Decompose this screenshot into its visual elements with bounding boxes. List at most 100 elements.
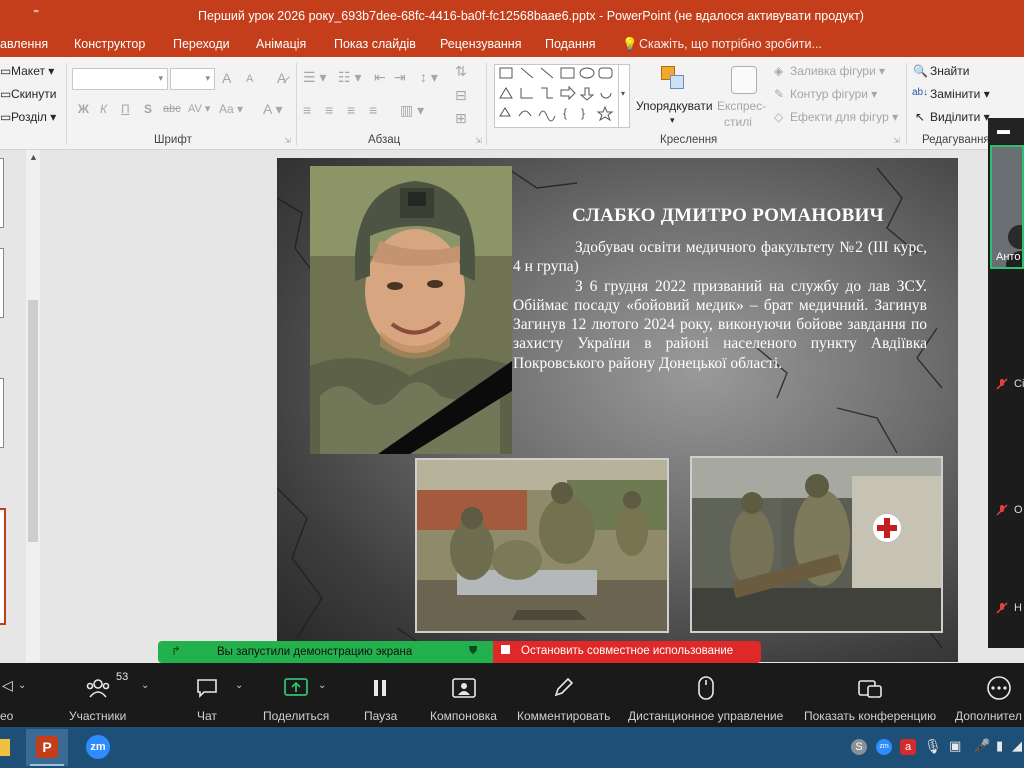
scrollbar-thumb[interactable] [28,300,38,542]
reset-button[interactable]: Скинути [11,87,56,101]
zoom-tray-icon[interactable]: zm [876,739,892,755]
shape-fill-button[interactable]: Заливка фігури ▾ [790,64,885,78]
arrange-dropdown-icon[interactable]: ▾ [670,115,675,126]
paragraph-dialog-launcher-icon[interactable]: ⇲ [475,136,482,145]
remote-control-mouse-icon[interactable] [697,676,715,700]
change-case-button[interactable]: Aa ▾ [219,102,243,116]
grow-font-button[interactable]: A [222,70,231,86]
align-left-button[interactable]: ≡ [303,102,311,118]
shapes-gallery[interactable]: {} [494,64,630,128]
quick-styles-button[interactable]: Експрес- [717,99,766,113]
zoom-taskbar-icon[interactable]: zm [86,735,110,759]
powerpoint-taskbar-button[interactable]: P [26,729,68,766]
arrange-button[interactable]: Упорядкувати [636,99,713,113]
shrink-font-button[interactable]: A [246,73,253,85]
pause-label[interactable]: Пауза [364,709,397,723]
slide-canvas[interactable]: СЛАБКО ДМИТРО РОМАНОВИЧ Здобувач освіти … [277,158,958,662]
slide-thumbnail[interactable] [0,158,4,228]
tab-review[interactable]: Рецензування [440,37,521,51]
find-button[interactable]: Знайти [930,64,969,78]
tell-me-search[interactable]: Скажіть, що потрібно зробити... [639,37,822,51]
microphone-tray-icon[interactable]: 🎤 [974,738,990,754]
slide-thumbnail[interactable] [0,378,4,448]
minimize-icon[interactable]: ▬ [997,122,1010,137]
bold-button[interactable]: Ж [78,102,89,116]
replace-button[interactable]: Замінити ▾ [930,87,990,101]
line-spacing-button[interactable]: ↕ ▾ [420,69,438,86]
share-chevron-icon[interactable]: ⌄ [318,680,326,691]
tab-transitions[interactable]: Переходи [173,37,230,51]
tab-slideshow[interactable]: Показ слайдів [334,37,416,51]
battery-tray-icon[interactable]: ▮ [996,738,1003,754]
thumbnails-scrollbar[interactable]: ▲ [26,150,40,662]
svg-text:{: { [563,106,567,120]
quick-access-toolbar-icon[interactable]: ⁼ [33,6,39,20]
more-options-icon[interactable] [986,676,1012,700]
shape-effects-button[interactable]: Ефекти для фігур ▾ [790,110,898,124]
align-text-button[interactable]: ⊟ [455,87,467,104]
layout-label[interactable]: Компоновка [430,709,497,723]
annotate-label[interactable]: Комментировать [517,709,610,723]
text-direction-button[interactable]: ⇅ [455,63,467,80]
chat-chevron-icon[interactable]: ⌄ [235,680,243,691]
tab-view[interactable]: Подання [545,37,595,51]
section-button[interactable]: Розділ ▾ [11,110,56,124]
chat-label[interactable]: Чат [197,709,217,723]
show-meeting-label[interactable]: Показать конференцию [804,709,936,723]
skype-tray-icon[interactable]: S [851,739,867,755]
align-right-button[interactable]: ≡ [347,102,355,118]
mic-muted-tray-icon[interactable]: 🎙 [924,738,942,755]
decrease-indent-button[interactable]: ⇤ [374,69,386,86]
scroll-up-icon[interactable]: ▲ [29,152,38,162]
select-button[interactable]: Виділити ▾ [930,110,990,124]
drawing-dialog-launcher-icon[interactable]: ⇲ [893,136,900,145]
share-screen-icon[interactable] [284,678,308,698]
tab-insert[interactable]: авлення [0,37,48,51]
share-label[interactable]: Поделиться [263,709,329,723]
shape-outline-button[interactable]: Контур фігури ▾ [790,87,877,101]
font-size-combobox[interactable]: ▾ [170,68,215,90]
char-spacing-button[interactable]: AV ▾ [188,102,210,115]
font-dialog-launcher-icon[interactable]: ⇲ [284,136,291,145]
font-color-button[interactable]: A ▾ [263,101,283,118]
screen-tray-icon[interactable]: ▣ [949,738,961,754]
layout-button[interactable]: Макет ▾ [11,64,54,78]
file-explorer-icon[interactable] [0,739,10,756]
tab-design[interactable]: Конструктор [74,37,145,51]
slide-thumbnail-selected[interactable] [0,508,6,625]
soldier-name-heading: СЛАБКО ДМИТРО РОМАНОВИЧ [572,205,884,226]
shadow-button[interactable]: S [144,102,152,116]
participants-chevron-icon[interactable]: ⌄ [141,680,149,691]
participants-icon[interactable] [86,678,110,698]
justify-button[interactable]: ≡ [369,102,377,118]
columns-button[interactable]: ▥ ▾ [400,102,424,119]
acrobat-tray-icon[interactable]: a [900,739,916,755]
numbering-button[interactable]: ☷ ▾ [338,69,361,86]
active-participant-video[interactable]: Анто [990,145,1024,269]
italic-button[interactable]: К [100,102,107,116]
remote-control-label[interactable]: Дистанционное управление [628,709,783,723]
align-center-button[interactable]: ≡ [325,102,333,118]
participants-label[interactable]: Участники [69,709,126,723]
increase-indent-button[interactable]: ⇥ [394,69,406,86]
reset-icon: ▭ [0,87,12,101]
video-options-chevron-icon[interactable]: ⌄ [18,680,26,691]
annotate-pencil-icon[interactable] [553,678,573,698]
shapes-gallery-scroll[interactable]: ▾ [618,64,630,128]
clear-format-button[interactable]: A̷ [277,70,286,86]
pause-icon[interactable] [372,679,388,697]
bullets-button[interactable]: ☰ ▾ [303,69,326,86]
chat-icon[interactable] [196,678,218,698]
more-label[interactable]: Дополнител [955,709,1022,723]
smartart-button[interactable]: ⊞ [455,110,467,127]
tab-animations[interactable]: Анімація [256,37,306,51]
show-meeting-icon[interactable] [858,678,882,698]
layout-icon[interactable] [452,678,476,698]
strikethrough-button[interactable]: abc [163,103,181,115]
video-icon[interactable]: ◁ [2,677,13,694]
slide-thumbnail[interactable] [0,248,4,318]
underline-button[interactable]: П [121,102,130,116]
network-tray-icon[interactable]: ◢ [1012,738,1022,754]
soldier-portrait-photo [310,166,512,454]
font-name-combobox[interactable]: ▾ [72,68,168,90]
